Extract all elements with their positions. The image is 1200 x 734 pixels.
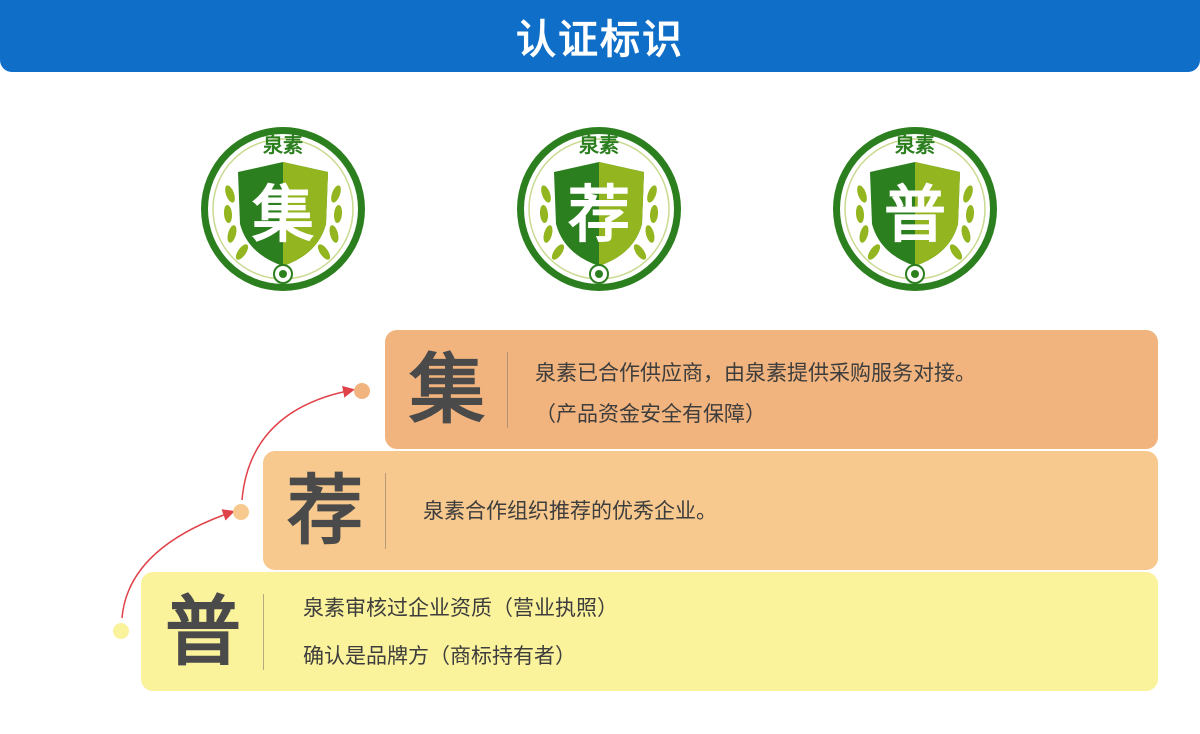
badge-ji-emblem-icon: 泉素 集: [201, 127, 365, 291]
badge-brand: 泉素: [894, 133, 935, 157]
tier-line-1: 泉素已合作供应商，由泉素提供采购服务对接。: [535, 361, 976, 385]
dot-ji: [354, 383, 370, 399]
tier-line-2: 确认是品牌方（商标持有者）: [303, 644, 576, 668]
tier-ji: 集 泉素已合作供应商，由泉素提供采购服务对接。 （产品资金安全有保障）: [385, 330, 1158, 449]
tier-char: 集: [409, 345, 485, 434]
badge-char: 集: [251, 178, 314, 251]
tier-pu: 普 泉素审核过企业资质（营业执照） 确认是品牌方（商标持有者）: [141, 572, 1158, 691]
badge-pu: 泉素 普: [830, 124, 1000, 294]
tier-jian: 荐 泉素合作组织推荐的优秀企业。: [263, 451, 1158, 570]
dot-pu: [113, 623, 129, 639]
dot-jian: [233, 504, 249, 520]
tier-divider: [507, 352, 508, 428]
badge-char: 普: [884, 178, 946, 251]
tier-divider: [385, 473, 386, 549]
badge-jian: 泉素 荐: [514, 124, 684, 294]
tier-char: 荐: [287, 466, 363, 555]
tier-char: 普: [165, 587, 241, 676]
badge-brand: 泉素: [578, 133, 619, 157]
page-title: 认证标识: [516, 17, 684, 63]
badge-char: 荐: [568, 178, 630, 251]
tier-line-1: 泉素合作组织推荐的优秀企业。: [423, 499, 717, 523]
tier-line-1: 泉素审核过企业资质（营业执照）: [303, 596, 618, 620]
badge-jian-emblem-icon: 泉素 荐: [517, 127, 681, 291]
badge-ji: 泉素 集: [198, 124, 368, 294]
badge-brand: 泉素: [262, 133, 303, 157]
header-banner: 认证标识: [0, 0, 1200, 72]
badge-pu-emblem-icon: 泉素 普: [833, 127, 997, 291]
tier-line-2: （产品资金安全有保障）: [535, 402, 766, 426]
tier-divider: [263, 594, 264, 670]
